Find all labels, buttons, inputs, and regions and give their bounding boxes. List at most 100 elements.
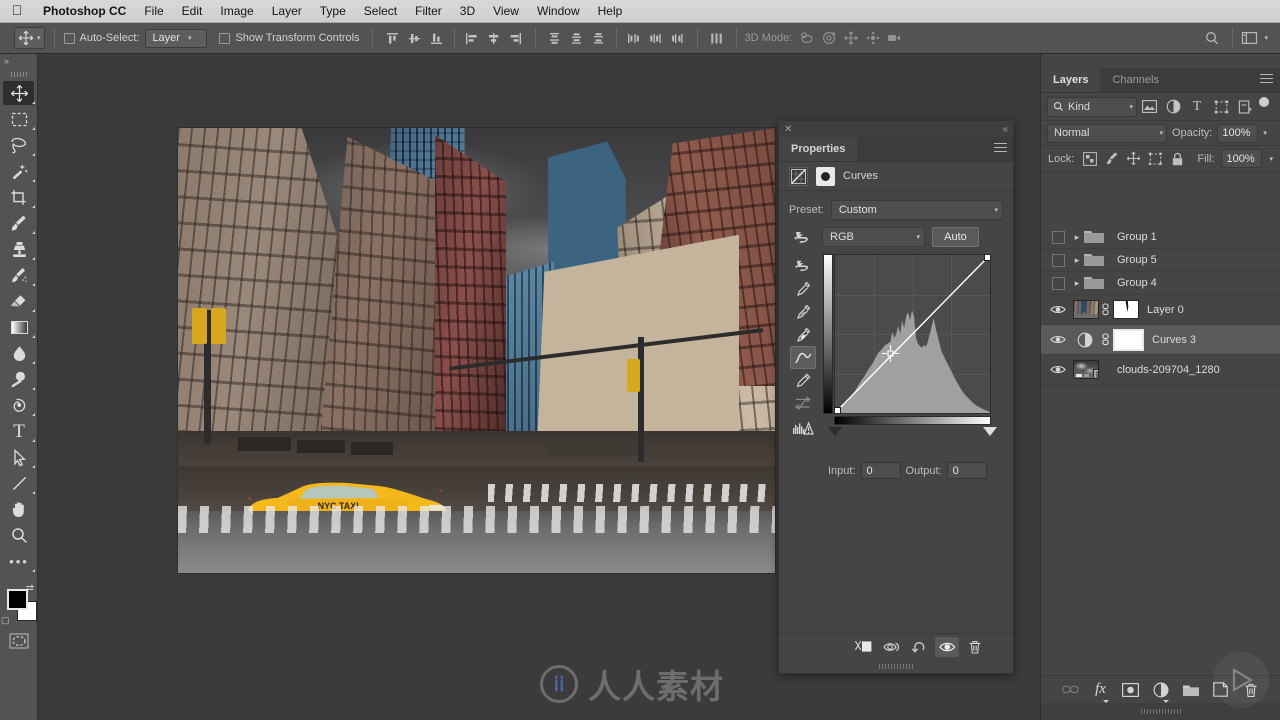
black-input-slider[interactable] <box>828 427 842 436</box>
chevron-right-icon[interactable]: ▸ <box>1071 232 1083 243</box>
tab-layers[interactable]: Layers <box>1041 68 1101 92</box>
menu-item-filter[interactable]: Filter <box>406 4 451 18</box>
menu-item-image[interactable]: Image <box>211 4 262 18</box>
workspace-chevron-down-icon[interactable]: ▾ <box>1264 34 1268 42</box>
layer-mask-thumbnail[interactable] <box>1113 300 1139 319</box>
link-layers-button[interactable] <box>1061 680 1081 700</box>
tool-eraser[interactable] <box>0 288 38 314</box>
chevron-right-icon[interactable]: ▸ <box>1071 278 1083 289</box>
layers-panel-menu-icon[interactable] <box>1260 74 1273 86</box>
quick-mask-toggle[interactable] <box>0 627 37 655</box>
tab-properties[interactable]: Properties <box>779 137 858 161</box>
tool-lasso[interactable] <box>0 132 38 158</box>
draw-curve-pencil-tool[interactable] <box>790 369 816 392</box>
tool-pen[interactable] <box>0 392 38 418</box>
filter-pixel-layers-icon[interactable] <box>1137 96 1161 118</box>
search-icon[interactable] <box>1201 27 1223 49</box>
lock-all-icon[interactable] <box>1168 149 1187 169</box>
distribute-spacing-icon[interactable] <box>706 27 728 49</box>
tool-hand[interactable] <box>0 496 38 522</box>
preset-select[interactable]: Custom ▾ <box>830 200 1003 220</box>
curve-white-point[interactable] <box>984 255 990 261</box>
curve-editor[interactable] <box>789 254 1003 440</box>
menu-item-view[interactable]: View <box>484 4 528 18</box>
tool-clone-stamp[interactable] <box>0 236 38 262</box>
tool-line-shape[interactable] <box>0 470 38 496</box>
tool-rectangular-select[interactable] <box>0 106 38 132</box>
curve-line[interactable] <box>835 255 990 413</box>
align-bottom-edges-icon[interactable] <box>426 27 448 49</box>
new-group-button[interactable] <box>1181 680 1201 700</box>
opacity-value-field[interactable]: 100% <box>1217 123 1259 143</box>
layer-visibility-toggle[interactable] <box>1045 230 1071 244</box>
layer-visibility-toggle[interactable] <box>1045 364 1071 375</box>
fill-value-field[interactable]: 100% <box>1221 149 1263 168</box>
distribute-top-edges-icon[interactable] <box>544 27 566 49</box>
auto-select-scope-select[interactable]: Layer ▾ <box>145 28 208 48</box>
layer-visibility-toggle[interactable] <box>1045 276 1071 290</box>
link-chain-icon[interactable] <box>1099 333 1112 346</box>
default-colors-icon[interactable]: ▢ <box>1 615 10 626</box>
tool-zoom[interactable] <box>0 522 38 548</box>
tool-move[interactable] <box>0 80 38 106</box>
scale-3d-camera-icon[interactable] <box>884 27 906 49</box>
filter-shape-layers-icon[interactable] <box>1209 96 1233 118</box>
delete-layer-button[interactable] <box>1241 680 1261 700</box>
filter-enable-toggle[interactable] <box>1257 96 1270 117</box>
gray-point-eyedropper[interactable] <box>790 300 816 323</box>
workspace-switcher-icon[interactable] <box>1238 27 1260 49</box>
lock-image-pixels-icon[interactable] <box>1102 149 1121 169</box>
white-point-eyedropper[interactable] <box>790 323 816 346</box>
layer-mask-thumbnail[interactable] <box>1113 328 1144 351</box>
align-horizontal-centers-icon[interactable] <box>483 27 505 49</box>
tool-crop[interactable] <box>0 184 38 210</box>
tool-brush[interactable] <box>0 210 38 236</box>
clipping-warning-toggle[interactable] <box>790 417 816 440</box>
opacity-chevron-down-icon[interactable]: ▾ <box>1263 129 1267 137</box>
chevron-right-icon[interactable]: ▸ <box>1071 255 1083 266</box>
menu-item-window[interactable]: Window <box>528 4 589 18</box>
output-value-field[interactable]: 0 <box>946 462 987 479</box>
reset-adjustment-button[interactable] <box>907 637 931 657</box>
lock-position-icon[interactable] <box>1124 149 1143 169</box>
close-icon[interactable]: ✕ <box>784 124 792 135</box>
menu-item-file[interactable]: File <box>135 4 172 18</box>
distribute-right-edges-icon[interactable] <box>667 27 689 49</box>
lock-artboard-nesting-icon[interactable] <box>1146 149 1165 169</box>
auto-select-checkbox[interactable] <box>63 32 75 44</box>
menu-item-type[interactable]: Type <box>311 4 355 18</box>
properties-panel-menu-icon[interactable] <box>994 143 1007 155</box>
foreground-color-swatch[interactable] <box>7 589 28 610</box>
menu-item-edit[interactable]: Edit <box>173 4 212 18</box>
panel-grip[interactable] <box>0 68 37 80</box>
tab-channels[interactable]: Channels <box>1100 68 1170 92</box>
tool-quick-selection[interactable] <box>0 158 38 184</box>
layer-thumbnail[interactable] <box>1073 300 1099 319</box>
tool-flyout-indicator[interactable] <box>32 101 35 104</box>
menu-item-3d[interactable]: 3D <box>451 4 484 18</box>
link-chain-icon[interactable] <box>1099 303 1112 316</box>
show-transform-controls-checkbox[interactable] <box>219 32 231 44</box>
tool-dodge[interactable] <box>0 366 38 392</box>
black-point-eyedropper[interactable] <box>790 277 816 300</box>
input-value-field[interactable]: 0 <box>860 462 901 479</box>
menu-item-photoshop-cc[interactable]: Photoshop CC <box>34 4 135 18</box>
table-row[interactable]: clouds-209704_1280 <box>1041 355 1280 385</box>
layer-visibility-toggle[interactable] <box>1045 253 1071 267</box>
curve-black-point[interactable] <box>835 407 841 413</box>
target-adjustment-tool[interactable] <box>790 254 816 277</box>
filter-smart-objects-icon[interactable] <box>1233 96 1257 118</box>
table-row[interactable]: ▸ Group 4 <box>1041 272 1280 295</box>
collapse-panel-icon[interactable]: » <box>0 54 37 68</box>
new-adjustment-layer-button[interactable] <box>1151 680 1171 703</box>
dock-grip[interactable] <box>1041 54 1280 68</box>
tool-path-selection[interactable] <box>0 444 38 470</box>
auto-button[interactable]: Auto <box>932 227 979 247</box>
active-tool-preset[interactable]: ▾ <box>14 27 45 49</box>
align-right-edges-icon[interactable] <box>505 27 527 49</box>
edit-points-curve-tool[interactable] <box>790 346 816 369</box>
toggle-layer-visibility-button[interactable] <box>935 636 959 657</box>
clip-to-layer-button[interactable] <box>851 637 875 657</box>
menu-item-layer[interactable]: Layer <box>263 4 311 18</box>
tool-type[interactable]: T <box>0 418 38 444</box>
